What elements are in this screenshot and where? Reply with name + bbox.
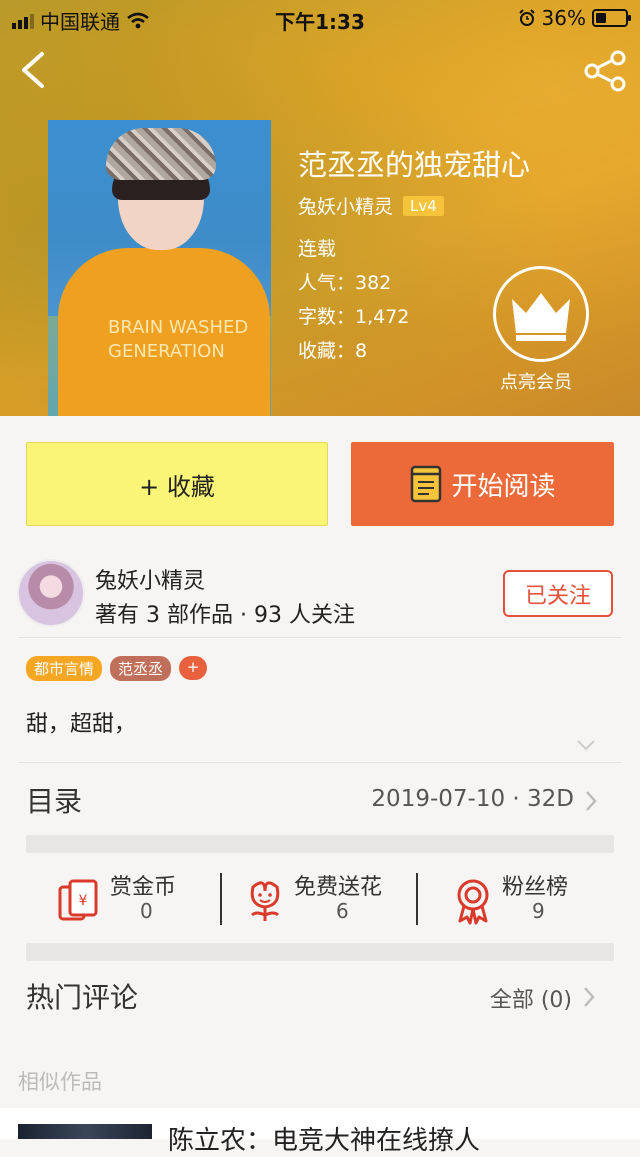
stat-label: 粉丝榜 [502,875,569,900]
similar-book-cover[interactable] [18,1124,152,1139]
stat-value: 6 [336,899,349,923]
toc-title: 目录 [26,785,83,818]
flower-icon [250,881,280,921]
table-of-contents-row[interactable]: 目录 2019-07-10 · 32D [0,770,640,834]
stat-label: 免费送花 [294,875,383,900]
level-badge: Lv4 [403,195,444,216]
author-stats: 著有 3 部作品 · 93 人关注 [95,603,355,628]
add-tag-button[interactable]: + [179,656,208,680]
start-reading-label: 开始阅读 [451,471,556,502]
hot-comments-row[interactable]: 热门评论 全部 (0) [0,962,640,1032]
reward-coin-stat[interactable]: ¥ 赏金币 0 [26,863,222,933]
book-cover[interactable]: BRAIN WASHED GENERATION [48,120,271,416]
book-status: 连载 [298,238,337,260]
chevron-down-icon[interactable] [576,738,596,752]
red-envelope-icon: ¥ [58,879,98,921]
divider [18,762,622,763]
reward-stats: ¥ 赏金币 0 免费送花 6 粉丝榜 9 [26,853,614,943]
section-gap [26,943,614,961]
share-icon[interactable] [582,50,628,92]
battery-icon [592,9,631,27]
battery-percent: 36% [541,6,586,30]
hot-comments-title: 热门评论 [26,981,139,1014]
author-name[interactable]: 兔妖小精灵 [95,563,205,595]
divider [18,637,622,638]
cover-text: BRAIN WASHED GENERATION [108,317,249,362]
book-author[interactable]: 兔妖小精灵 [298,192,393,219]
author-card: 兔妖小精灵 著有 3 部作品 · 93 人关注 已关注 [0,553,640,637]
all-comments-link[interactable]: 全部 (0) [490,982,572,1014]
stat-label: 赏金币 [110,875,177,900]
follow-button[interactable]: 已关注 [503,570,613,617]
alarm-icon [518,9,535,26]
book-icon [411,465,442,503]
stat-value: 9 [532,899,545,923]
vip-label[interactable]: 点亮会员 [500,368,572,394]
stat-value: 0 [140,899,153,923]
svg-text:¥: ¥ [79,893,88,909]
chevron-left-icon[interactable] [14,48,54,92]
fan-ranking-stat[interactable]: 粉丝榜 9 [418,863,614,933]
book-description: 甜，超甜， [26,712,137,737]
add-favorite-button[interactable]: + 收藏 [26,442,328,526]
book-word-count: 字数：1,472 [298,306,410,328]
chevron-right-icon [586,791,597,811]
crown-icon [512,293,570,341]
book-favorites: 收藏：8 [298,340,368,362]
tag-genre[interactable]: 都市言情 [26,656,103,681]
start-reading-button[interactable]: 开始阅读 [351,442,614,526]
book-header: 中国联通 下午1:33 36% BRAIN WASHED GENERATION … [0,0,640,416]
chevron-right-icon [584,987,595,1007]
vip-button[interactable] [493,266,589,362]
toc-info: 2019-07-10 · 32D [371,786,574,812]
section-gap [26,835,614,853]
ribbon-medal-icon [457,879,489,925]
tag-character[interactable]: 范丞丞 [110,656,172,681]
free-flower-stat[interactable]: 免费送花 6 [222,863,418,933]
status-bar: 中国联通 下午1:33 36% [0,0,640,36]
book-title: 范丞丞的独宠甜心 [298,148,531,182]
tag-list: 都市言情 范丞丞 + [26,656,208,681]
similar-works-title: 相似作品 [18,1070,102,1094]
avatar[interactable] [17,559,85,627]
book-popularity: 人气：382 [298,272,392,294]
